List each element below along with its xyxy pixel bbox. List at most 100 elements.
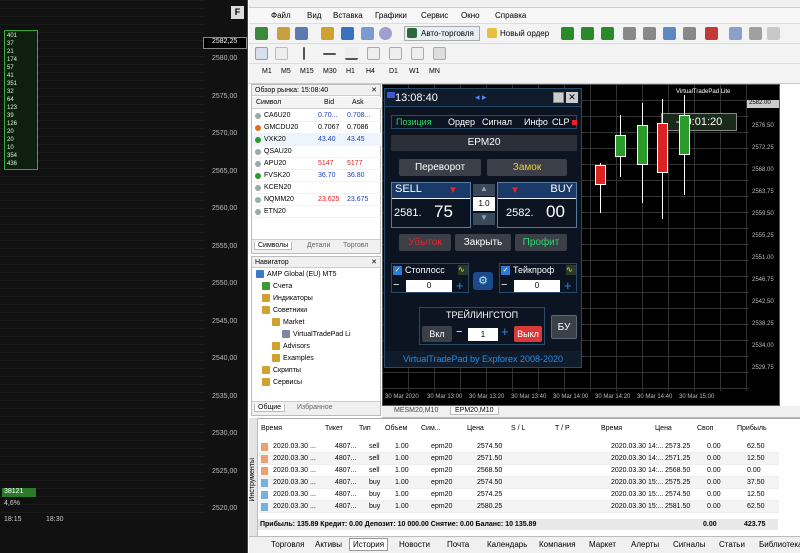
lot-input[interactable]: 1.0 — [473, 197, 495, 211]
tp-minus-icon[interactable]: − — [501, 279, 507, 291]
tp-plus-icon[interactable]: + — [564, 278, 572, 293]
lot-down-icon[interactable]: ▼ — [473, 213, 495, 225]
fullscreen-icon[interactable]: F — [231, 6, 244, 19]
menu-help[interactable]: Справка — [495, 11, 526, 20]
history-row[interactable]: 2020.03.30 ... 4807... sell 1.00 epm20 2568.5… — [259, 465, 779, 477]
column-header[interactable]: Время — [261, 425, 282, 437]
timeframe-m30[interactable]: M30 — [323, 68, 337, 75]
templates-icon[interactable] — [729, 27, 742, 40]
column-header[interactable]: Объем — [385, 425, 407, 437]
tile-windows-icon[interactable] — [663, 27, 676, 40]
terminal-tab[interactable]: Маркет — [589, 540, 616, 549]
nav-virtualtradepad[interactable]: VirtualTradePad Li — [282, 329, 380, 340]
fibo-icon[interactable] — [389, 47, 402, 60]
terminal-tab[interactable]: Почта — [447, 540, 469, 549]
market-watch-row[interactable]: KCEN20 — [252, 182, 382, 194]
menu-view[interactable]: Вид — [307, 11, 321, 20]
timeframe-m1[interactable]: M1 — [262, 68, 272, 75]
market-watch-row[interactable]: VXK20 43.40 43.45 — [252, 134, 382, 146]
timeframe-h4[interactable]: H4 — [366, 68, 375, 75]
close-all-button[interactable]: Закрыть — [455, 234, 511, 251]
text-icon[interactable] — [411, 47, 424, 60]
terminal-tab[interactable]: Торговля — [271, 540, 304, 549]
settings-icon[interactable] — [767, 27, 780, 40]
tab-signal[interactable]: Сигнал — [482, 117, 512, 127]
trailing-minus-icon[interactable]: − — [456, 326, 462, 338]
nav-scripts[interactable]: Скрипты — [262, 365, 301, 376]
market-watch-row[interactable]: FVSK20 36.70 36.80 — [252, 170, 382, 182]
horizontal-line-icon[interactable] — [323, 53, 336, 55]
nav-advisors[interactable]: Advisors — [272, 341, 310, 352]
trend-line-icon[interactable] — [345, 47, 358, 60]
menu-window[interactable]: Окно — [461, 11, 480, 20]
signals-icon[interactable] — [361, 27, 374, 40]
pad-nav-arrows-icon[interactable]: ◂ ▸ — [475, 92, 487, 103]
terminal-tab[interactable]: Активы — [315, 540, 342, 549]
reverse-button[interactable]: Переворот — [399, 159, 481, 176]
stoploss-input[interactable]: 0 — [406, 280, 452, 292]
bar-chart-icon[interactable] — [561, 27, 574, 40]
market-watch-row[interactable]: NQMM20 23.625 23.675 — [252, 194, 382, 206]
market-icon[interactable] — [321, 27, 334, 40]
terminal-tab[interactable]: Компания — [539, 540, 576, 549]
zoom-in-icon[interactable] — [623, 27, 636, 40]
nav-indicators[interactable]: Индикаторы — [262, 293, 313, 304]
takeprofit-checkbox[interactable]: ✓ — [501, 266, 510, 275]
menu-charts[interactable]: Графики — [375, 11, 407, 20]
tab-details[interactable]: Детали — [304, 242, 333, 249]
lot-up-icon[interactable]: ▲ — [473, 184, 495, 196]
candle-chart-icon[interactable] — [581, 27, 594, 40]
tab-order[interactable]: Ордер — [448, 117, 475, 127]
column-header[interactable]: Прибыль — [737, 425, 767, 437]
cursor-icon[interactable] — [255, 47, 268, 60]
column-header[interactable]: Своп — [697, 425, 713, 437]
zoom-out-icon[interactable] — [643, 27, 656, 40]
column-header[interactable]: S / L — [511, 425, 525, 437]
close-loss-button[interactable]: Убыток — [399, 234, 451, 251]
data-window-icon[interactable] — [379, 27, 392, 40]
timeframe-mn[interactable]: MN — [429, 68, 440, 75]
market-watch-row[interactable]: QSAU20 — [252, 146, 382, 158]
column-bid[interactable]: Bid — [324, 97, 334, 109]
close-icon[interactable]: ✕ — [566, 92, 578, 103]
history-row[interactable]: 2020.03.30 ... 4807... buy 1.00 epm20 2574.50… — [259, 477, 779, 489]
market-watch-row[interactable]: APU20 5147 5177 — [252, 158, 382, 170]
nav-accounts[interactable]: Счета — [262, 281, 292, 292]
periods-icon[interactable] — [749, 27, 762, 40]
timeframe-d1[interactable]: D1 — [389, 68, 398, 75]
menu-tools[interactable]: Сервис — [421, 11, 448, 20]
market-watch-row[interactable]: CA6U20 0.70... 0.708... — [252, 110, 382, 122]
trailing-plus-icon[interactable]: + — [501, 324, 509, 339]
tab-favorites[interactable]: Избранное — [294, 404, 335, 411]
new-chart-icon[interactable] — [255, 27, 268, 40]
market-watch-row[interactable]: ETN20 — [252, 206, 382, 218]
menu-file[interactable]: Файл — [271, 11, 291, 20]
terminal-tab[interactable]: Алерты — [631, 540, 659, 549]
timeframe-h1[interactable]: H1 — [346, 68, 355, 75]
history-row[interactable]: 2020.03.30 ... 4807... buy 1.00 epm20 2574.25… — [259, 489, 779, 501]
chart-tab-epm20[interactable]: EPM20,M10 — [450, 407, 499, 415]
column-symbol[interactable]: Символ — [256, 97, 281, 109]
sell-button[interactable]: SELL ▼ 2581. 75 — [391, 182, 471, 228]
left-chart[interactable]: F 401 37 21 174 57 41 351 32 64 123 39 126 20 20 10 354… — [0, 0, 248, 553]
terminal-tab[interactable]: Новости — [399, 540, 430, 549]
column-header[interactable]: T / P — [555, 425, 570, 437]
close-profit-button[interactable]: Профит — [515, 234, 567, 251]
takeprofit-input[interactable]: 0 — [514, 280, 560, 292]
sl-plus-icon[interactable]: + — [456, 278, 464, 293]
buy-button[interactable]: BUY ▼ 2582. 00 — [497, 182, 577, 228]
tab-info[interactable]: Инфо — [524, 117, 548, 127]
tab-position[interactable]: Позиция — [396, 117, 432, 127]
close-icon[interactable]: ✕ — [371, 257, 377, 268]
sl-minus-icon[interactable]: − — [393, 279, 399, 291]
market-watch-row[interactable]: GMCDU20 0.7067 0.7086 — [252, 122, 382, 134]
menu-insert[interactable]: Вставка — [333, 11, 363, 20]
indicators-icon[interactable] — [705, 27, 718, 40]
history-row[interactable]: 2020.03.30 ... 4807... sell 1.00 epm20 2574.5… — [259, 441, 779, 453]
tab-clp[interactable]: CLP — [552, 117, 570, 127]
nav-account-root[interactable]: AMP Global (EU) MT5 — [256, 269, 337, 280]
trailing-on-button[interactable]: Вкл — [422, 326, 452, 342]
column-ask[interactable]: Ask — [352, 97, 364, 109]
tab-symbols[interactable]: Символы — [254, 242, 293, 250]
column-header[interactable]: Тип — [359, 425, 371, 437]
